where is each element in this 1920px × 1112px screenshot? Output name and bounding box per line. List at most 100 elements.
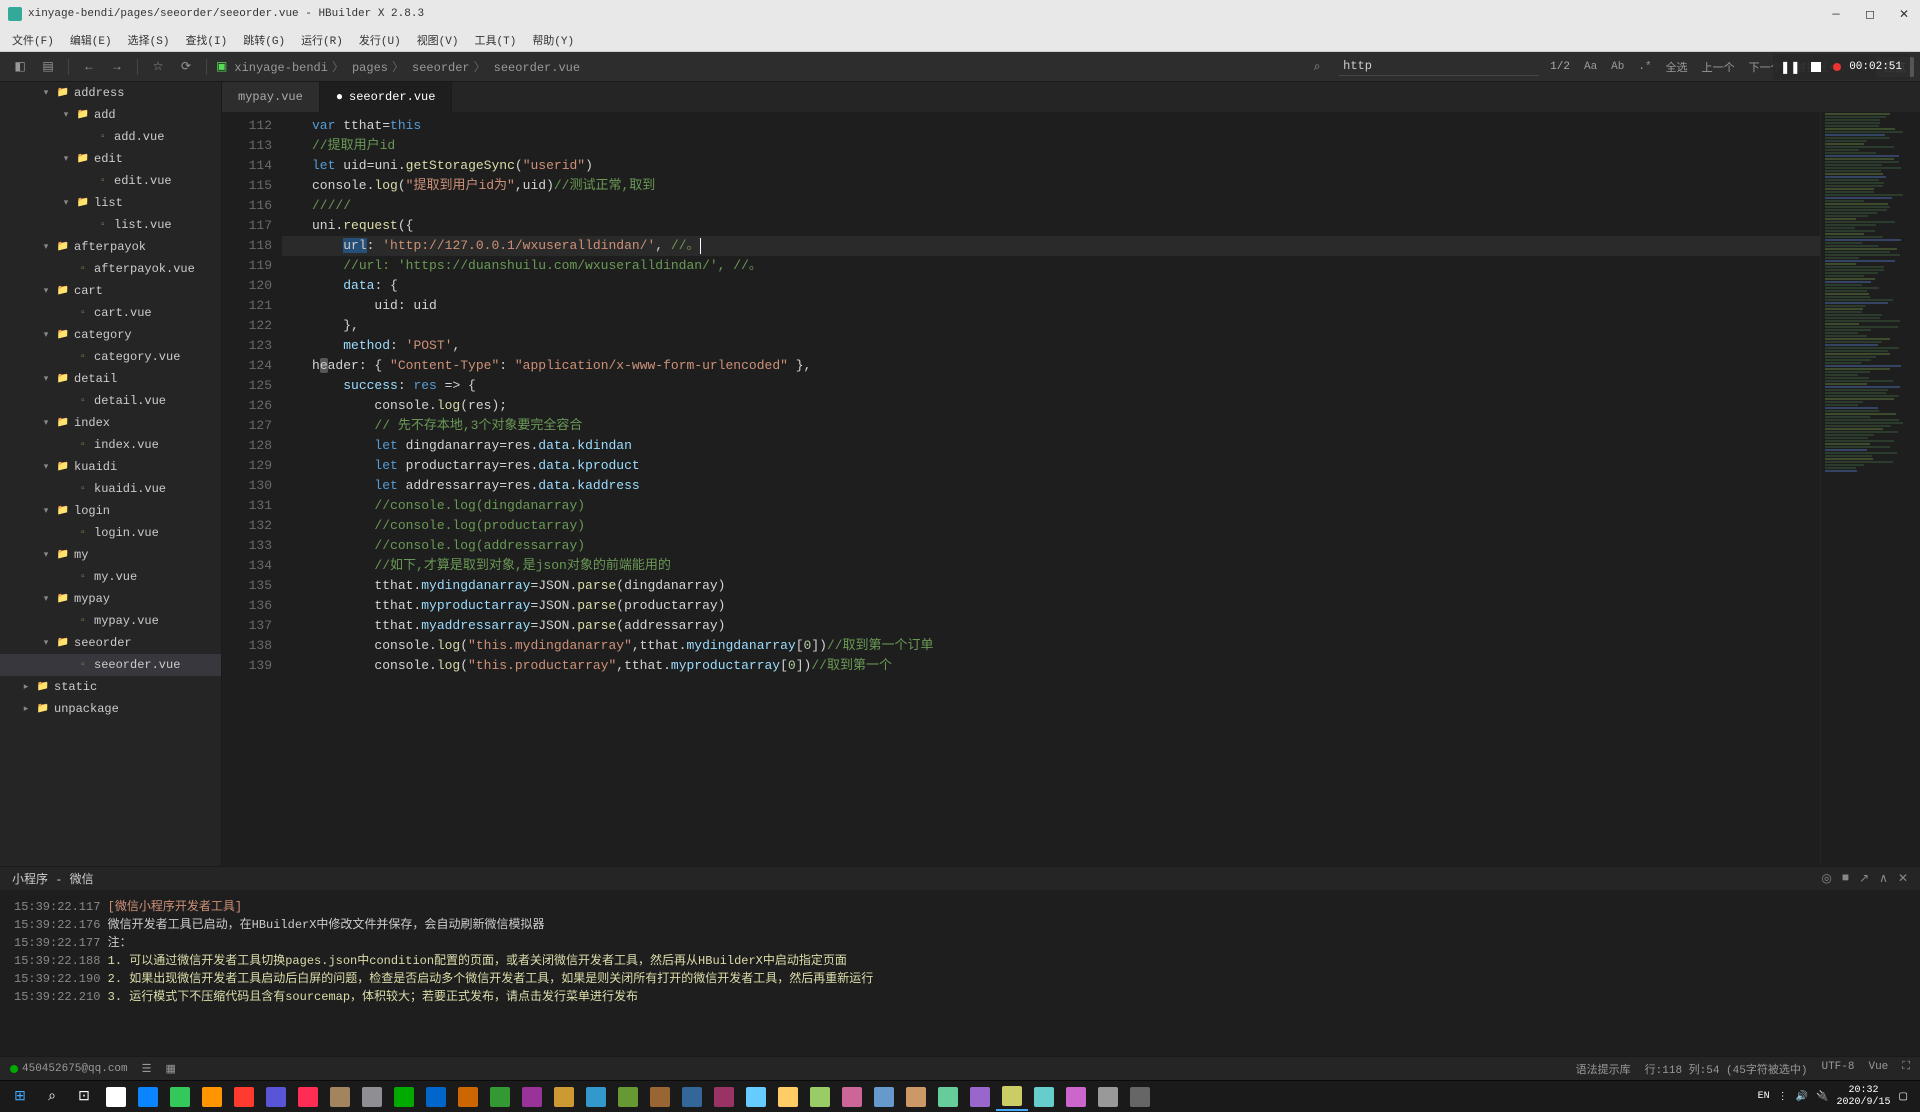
file-item[interactable]: ▫mypay.vue bbox=[0, 610, 221, 632]
menu-item[interactable]: 查找(I) bbox=[177, 32, 235, 48]
file-item[interactable]: ▫afterpayok.vue bbox=[0, 258, 221, 280]
file-item[interactable]: ▫list.vue bbox=[0, 214, 221, 236]
code-line[interactable]: //console.log(dingdanarray) bbox=[282, 496, 1820, 516]
file-item[interactable]: ▫add.vue bbox=[0, 126, 221, 148]
taskbar-app-icon[interactable] bbox=[260, 1083, 292, 1111]
taskbar-app-icon[interactable] bbox=[228, 1083, 260, 1111]
folder-item[interactable]: ▾📁edit bbox=[0, 148, 221, 170]
system-tray[interactable]: EN ⋮ 🔊 🔌 20:32 2020/9/15 ▢ bbox=[1758, 1085, 1916, 1109]
terminal-target-icon[interactable]: ◎ bbox=[1821, 871, 1831, 886]
terminal-close-icon[interactable]: ✕ bbox=[1898, 871, 1908, 886]
status-expand-icon[interactable]: ⛶ bbox=[1902, 1061, 1910, 1077]
file-item[interactable]: ▫seeorder.vue bbox=[0, 654, 221, 676]
code-line[interactable]: console.log(res); bbox=[282, 396, 1820, 416]
save-icon[interactable]: ▤ bbox=[36, 55, 60, 79]
taskbar-app-icon[interactable] bbox=[708, 1083, 740, 1111]
file-item[interactable]: ▫edit.vue bbox=[0, 170, 221, 192]
taskbar-app-icon[interactable] bbox=[612, 1083, 644, 1111]
taskbar-app-icon[interactable] bbox=[516, 1083, 548, 1111]
folder-item[interactable]: ▾📁detail bbox=[0, 368, 221, 390]
task-view-icon[interactable]: ⊡ bbox=[68, 1083, 100, 1111]
code-line[interactable]: //console.log(productarray) bbox=[282, 516, 1820, 536]
file-item[interactable]: ▫detail.vue bbox=[0, 390, 221, 412]
tray-notifications-icon[interactable]: ▢ bbox=[1899, 1091, 1908, 1103]
tray-lang[interactable]: EN bbox=[1758, 1091, 1770, 1102]
folder-item[interactable]: ▾📁seeorder bbox=[0, 632, 221, 654]
taskbar-app-icon[interactable] bbox=[132, 1083, 164, 1111]
pause-recording-icon[interactable]: ❚❚ bbox=[1781, 58, 1799, 76]
code-editor[interactable]: 1121131141151161171181191201211221231241… bbox=[222, 112, 1920, 866]
open-file-icon[interactable]: ◧ bbox=[8, 55, 32, 79]
status-grid-icon[interactable]: ▦ bbox=[166, 1062, 176, 1076]
terminal-popout-icon[interactable]: ↗ bbox=[1859, 871, 1869, 886]
taskbar-app-icon[interactable] bbox=[164, 1083, 196, 1111]
file-item[interactable]: ▫index.vue bbox=[0, 434, 221, 456]
menu-item[interactable]: 工具(T) bbox=[467, 32, 525, 48]
taskbar-app-icon[interactable] bbox=[1092, 1083, 1124, 1111]
taskbar-app-icon[interactable] bbox=[676, 1083, 708, 1111]
code-line[interactable]: method: 'POST', bbox=[282, 336, 1820, 356]
search-case[interactable]: Aa bbox=[1581, 61, 1600, 73]
search-regex[interactable]: .* bbox=[1635, 61, 1654, 73]
taskbar-app-icon[interactable] bbox=[388, 1083, 420, 1111]
code-line[interactable]: tthat.mydingdanarray=JSON.parse(dingdana… bbox=[282, 576, 1820, 596]
code-line[interactable]: var tthat=this bbox=[282, 116, 1820, 136]
folder-item[interactable]: ▾📁mypay bbox=[0, 588, 221, 610]
folder-item[interactable]: ▾📁afterpayok bbox=[0, 236, 221, 258]
folder-item[interactable]: ▾📁kuaidi bbox=[0, 456, 221, 478]
code-line[interactable]: // 先不存本地,3个对象要完全容合 bbox=[282, 416, 1820, 436]
tray-sound-icon[interactable]: 🔊 bbox=[1796, 1091, 1808, 1103]
code-line[interactable]: //console.log(addressarray) bbox=[282, 536, 1820, 556]
file-item[interactable]: ▫kuaidi.vue bbox=[0, 478, 221, 500]
search-input[interactable] bbox=[1339, 57, 1539, 76]
code-line[interactable]: let productarray=res.data.kproduct bbox=[282, 456, 1820, 476]
taskbar-app-icon[interactable] bbox=[452, 1083, 484, 1111]
taskbar-search-icon[interactable]: ⌕ bbox=[36, 1083, 68, 1111]
taskbar-app-icon[interactable] bbox=[772, 1083, 804, 1111]
menu-item[interactable]: 选择(S) bbox=[120, 32, 178, 48]
back-icon[interactable]: ← bbox=[77, 55, 101, 79]
search-prev[interactable]: 上一个 bbox=[1699, 59, 1738, 75]
search-word[interactable]: Ab bbox=[1608, 61, 1627, 73]
code-line[interactable]: //如下,才算是取到对象,是json对象的前端能用的 bbox=[282, 556, 1820, 576]
code-line[interactable]: uid: uid bbox=[282, 296, 1820, 316]
terminal[interactable]: 15:39:22.117 [微信小程序开发者工具]15:39:22.176 微信… bbox=[0, 890, 1920, 1056]
taskbar-app-icon[interactable] bbox=[868, 1083, 900, 1111]
menu-item[interactable]: 帮助(Y) bbox=[524, 32, 582, 48]
star-icon[interactable]: ☆ bbox=[146, 55, 170, 79]
code-line[interactable]: success: res => { bbox=[282, 376, 1820, 396]
code-line[interactable]: tthat.myproductarray=JSON.parse(producta… bbox=[282, 596, 1820, 616]
search-icon[interactable]: ⌕ bbox=[1305, 55, 1329, 79]
taskbar-app-icon[interactable] bbox=[484, 1083, 516, 1111]
code-line[interactable]: }, bbox=[282, 316, 1820, 336]
minimap[interactable] bbox=[1820, 112, 1920, 866]
taskbar-app-icon[interactable] bbox=[1028, 1083, 1060, 1111]
taskbar-app-icon[interactable] bbox=[1124, 1083, 1156, 1111]
folder-item[interactable]: ▾📁index bbox=[0, 412, 221, 434]
folder-item[interactable]: ▾📁cart bbox=[0, 280, 221, 302]
tray-clock[interactable]: 20:32 2020/9/15 bbox=[1837, 1085, 1891, 1109]
menu-item[interactable]: 跳转(G) bbox=[235, 32, 293, 48]
code-line[interactable]: console.log("this.productarray",tthat.my… bbox=[282, 656, 1820, 676]
taskbar-app-icon[interactable] bbox=[548, 1083, 580, 1111]
code-line[interactable]: //url: 'https://duanshuilu.com/wxuserall… bbox=[282, 256, 1820, 276]
taskbar-app-icon[interactable] bbox=[100, 1083, 132, 1111]
forward-icon[interactable]: → bbox=[105, 55, 129, 79]
file-item[interactable]: ▫category.vue bbox=[0, 346, 221, 368]
status-language[interactable]: Vue bbox=[1868, 1061, 1888, 1077]
status-indent-icon[interactable]: ☰ bbox=[142, 1062, 152, 1076]
editor-tab[interactable]: mypay.vue bbox=[222, 82, 320, 112]
menu-item[interactable]: 运行(R) bbox=[293, 32, 351, 48]
search-all[interactable]: 全选 bbox=[1663, 59, 1691, 75]
taskbar-app-icon[interactable] bbox=[836, 1083, 868, 1111]
folder-item[interactable]: ▾📁add bbox=[0, 104, 221, 126]
code-line[interactable]: let dingdanarray=res.data.kdindan bbox=[282, 436, 1820, 456]
stop-recording-icon[interactable] bbox=[1807, 58, 1825, 76]
code-line[interactable]: uni.request({ bbox=[282, 216, 1820, 236]
taskbar-app-icon[interactable] bbox=[996, 1083, 1028, 1111]
editor-tab[interactable]: ●seeorder.vue bbox=[320, 82, 453, 112]
maximize-button[interactable]: ◻ bbox=[1862, 7, 1878, 22]
taskbar-app-icon[interactable] bbox=[900, 1083, 932, 1111]
taskbar-app-icon[interactable] bbox=[420, 1083, 452, 1111]
close-button[interactable]: ✕ bbox=[1896, 7, 1912, 22]
